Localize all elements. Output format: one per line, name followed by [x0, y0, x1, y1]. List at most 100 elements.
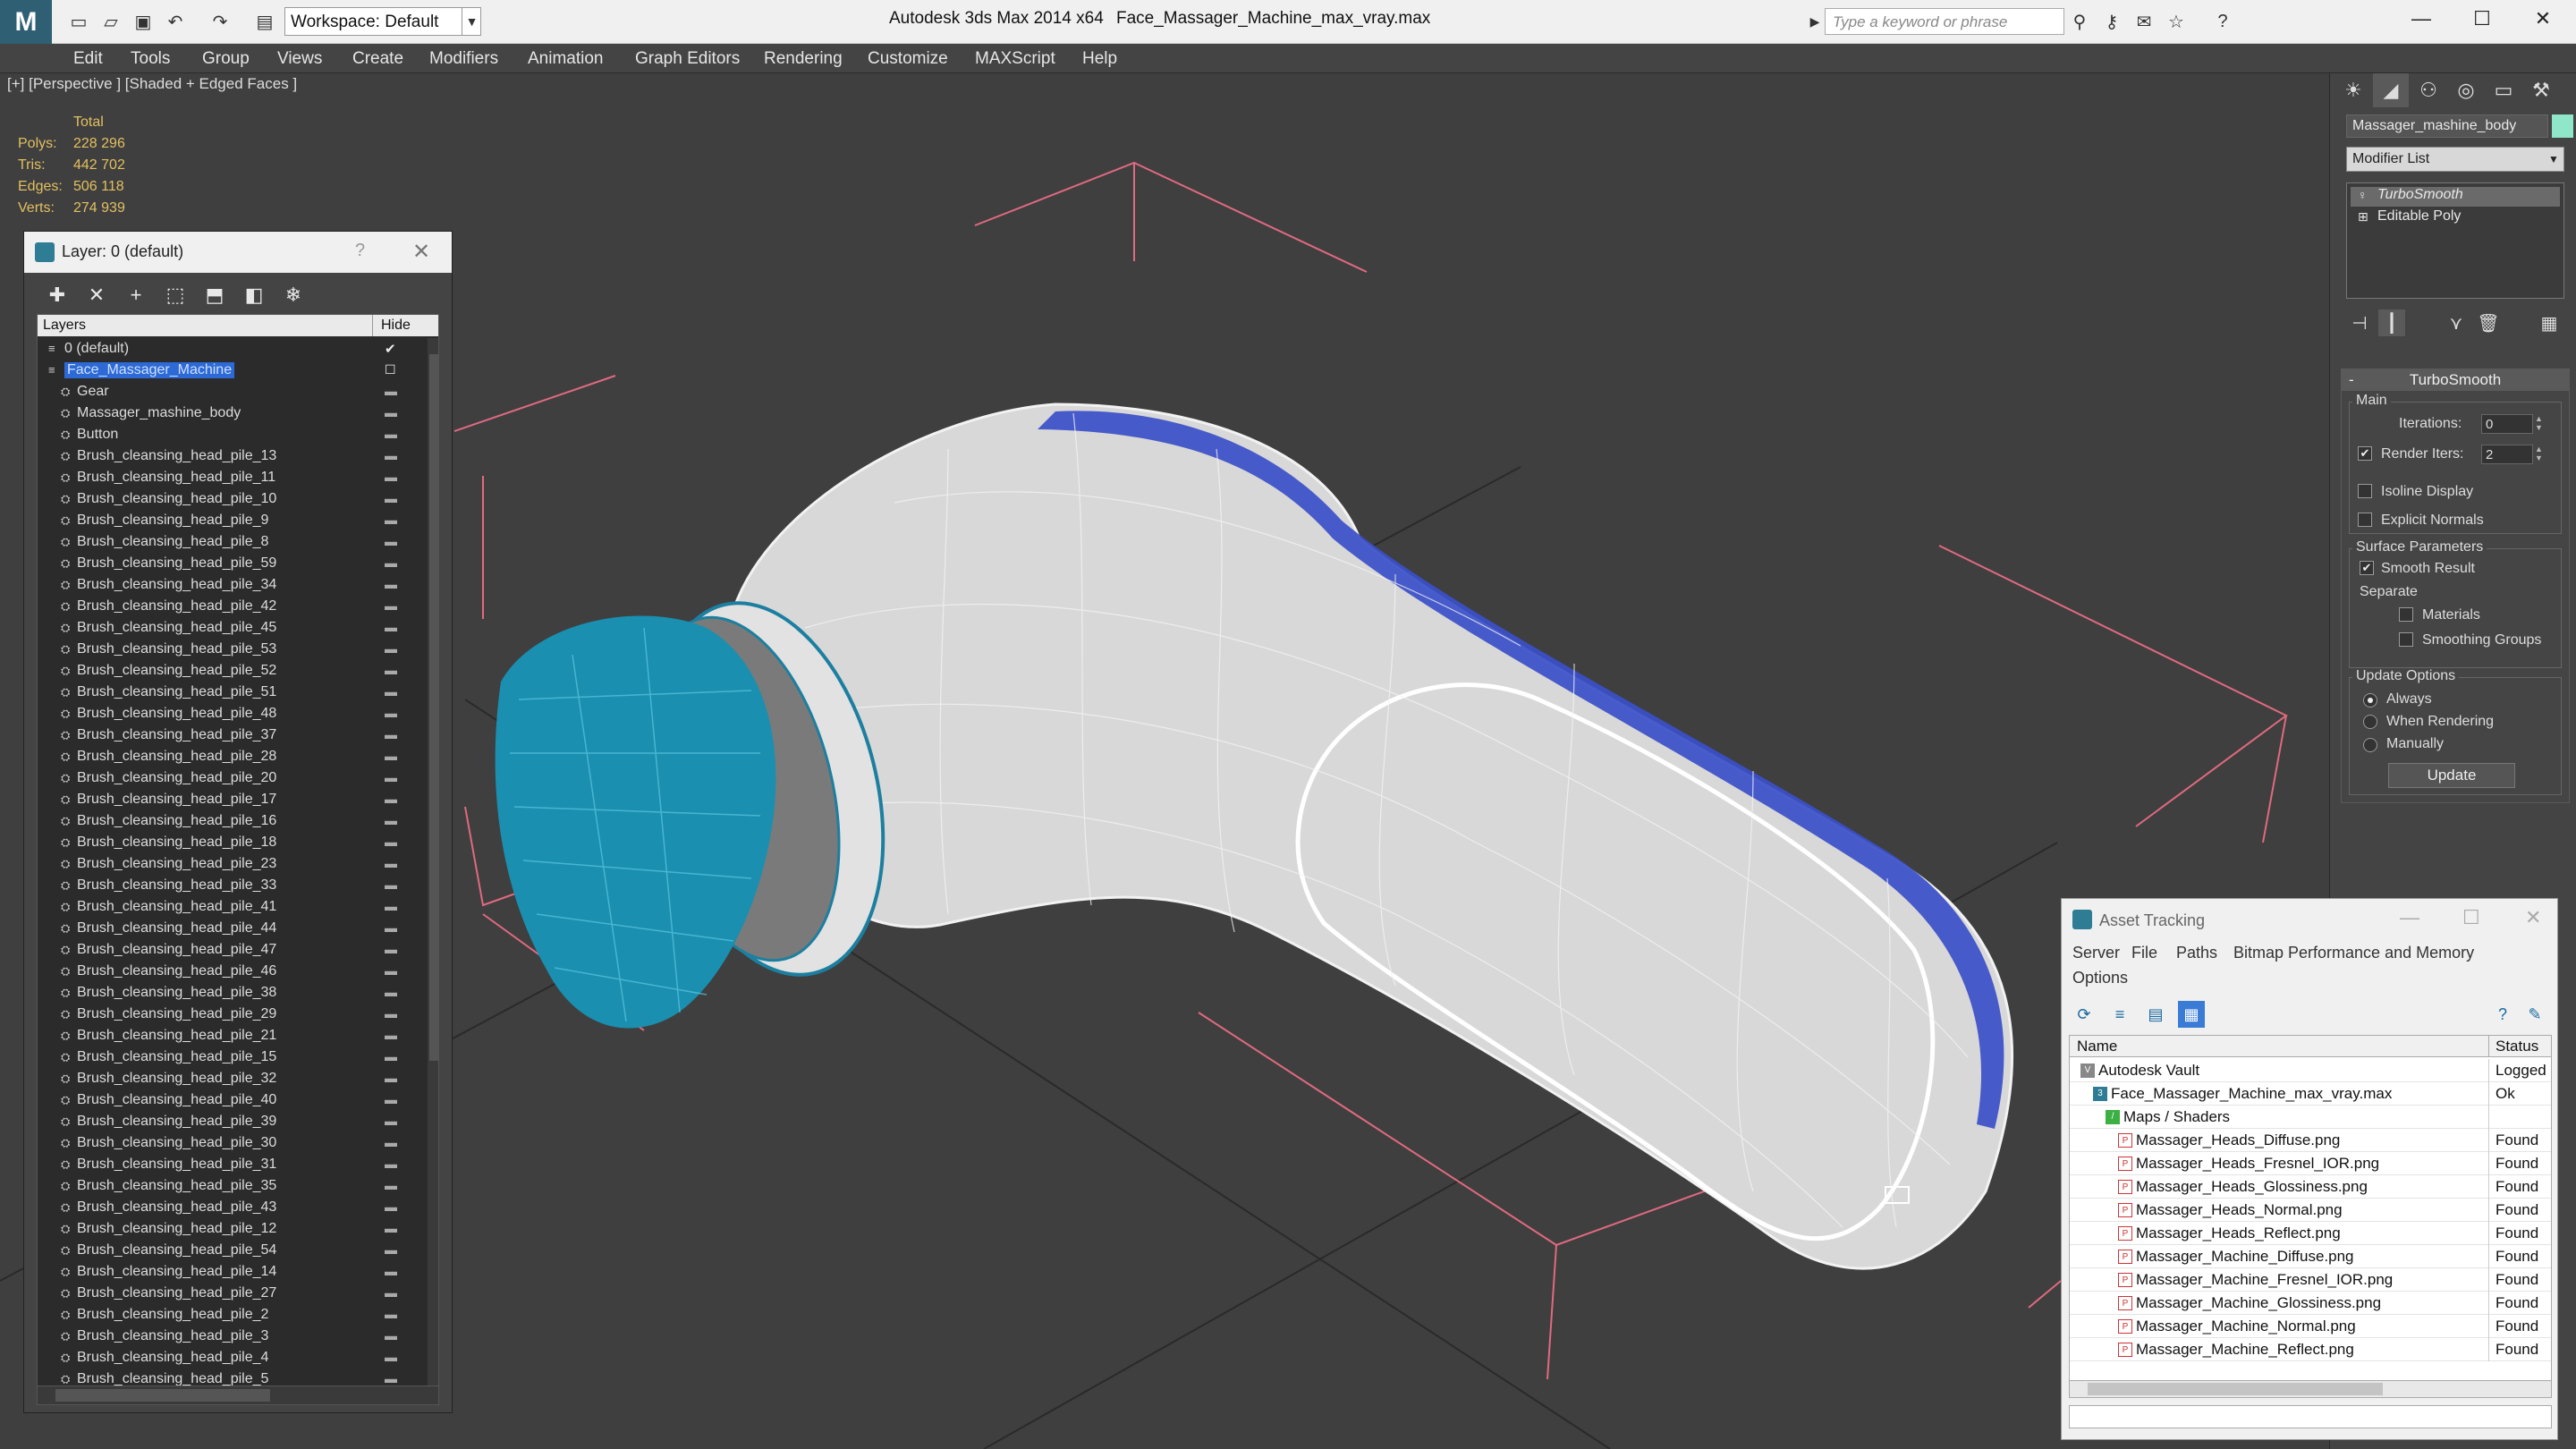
- hide-toggle-icon[interactable]: ▬: [385, 448, 397, 462]
- menu-edit[interactable]: Edit: [73, 44, 103, 73]
- hide-toggle-icon[interactable]: ▬: [385, 770, 397, 784]
- object-color-swatch[interactable]: [2552, 114, 2573, 138]
- asset-row[interactable]: P Massager_Heads_Fresnel_IOR.png Found: [2070, 1152, 2551, 1175]
- hide-toggle-icon[interactable]: ▬: [385, 1071, 397, 1085]
- delete-layer-icon[interactable]: ✕: [81, 282, 112, 309]
- chevron-down-icon[interactable]: ▼: [2545, 148, 2563, 170]
- hide-toggle-icon[interactable]: ▬: [385, 749, 397, 763]
- help-icon[interactable]: ?: [2209, 9, 2236, 34]
- minimize-icon[interactable]: —: [2400, 906, 2419, 929]
- layer-row[interactable]: ⛭ Brush_cleansing_head_pile_16 ▬: [38, 810, 424, 832]
- favorites-star-icon[interactable]: ☆: [2163, 9, 2190, 34]
- layer-row[interactable]: ⛭ Brush_cleansing_head_pile_46 ▬: [38, 961, 424, 982]
- hide-toggle-icon[interactable]: ▬: [385, 555, 397, 570]
- update-button[interactable]: Update: [2388, 763, 2515, 788]
- layer-row[interactable]: ⛭ Brush_cleansing_head_pile_12 ▬: [38, 1218, 424, 1240]
- hide-toggle-icon[interactable]: ▬: [385, 1371, 397, 1385]
- hide-toggle-icon[interactable]: ▬: [385, 1157, 397, 1171]
- menu-create[interactable]: Create: [352, 44, 403, 73]
- rollout-header[interactable]: - TurboSmooth: [2342, 369, 2569, 391]
- layer-row[interactable]: ⛭ Brush_cleansing_head_pile_15 ▬: [38, 1046, 424, 1068]
- close-icon[interactable]: ✕: [2513, 0, 2572, 38]
- select-in-layer-icon[interactable]: ⬚: [160, 282, 191, 309]
- hide-toggle-icon[interactable]: ▬: [385, 405, 397, 419]
- layer-row[interactable]: ⛭ Brush_cleansing_head_pile_11 ▬: [38, 467, 424, 488]
- communication-icon[interactable]: ✉: [2131, 9, 2157, 34]
- highlight-layer-icon[interactable]: ⬒: [199, 282, 230, 309]
- layer-row[interactable]: ⛭ Brush_cleansing_head_pile_44 ▬: [38, 918, 424, 939]
- app-logo-icon[interactable]: M: [0, 0, 52, 44]
- horizontal-scrollbar[interactable]: [37, 1385, 439, 1405]
- horizontal-scrollbar[interactable]: [2069, 1380, 2552, 1398]
- layer-row[interactable]: ⛭ Brush_cleansing_head_pile_59 ▬: [38, 553, 424, 574]
- render-iters-spinner[interactable]: 2: [2481, 445, 2533, 464]
- menu-server[interactable]: Server: [2072, 944, 2120, 962]
- hide-toggle-icon[interactable]: ▬: [385, 1221, 397, 1235]
- asset-row[interactable]: P Massager_Heads_Glossiness.png Found: [2070, 1175, 2551, 1199]
- layer-row[interactable]: ⛭ Button ▬: [38, 424, 424, 445]
- hide-toggle-icon[interactable]: ▬: [385, 1006, 397, 1021]
- layer-row[interactable]: ⛭ Brush_cleansing_head_pile_18 ▬: [38, 832, 424, 853]
- workspace-dropdown[interactable]: Workspace: Default: [284, 7, 481, 36]
- hide-toggle-icon[interactable]: ▬: [385, 598, 397, 613]
- hide-toggle-icon[interactable]: ▬: [385, 985, 397, 999]
- hide-toggle-icon[interactable]: ▬: [385, 641, 397, 656]
- stack-item-turbosmooth[interactable]: ♀ TurboSmooth: [2351, 187, 2560, 207]
- layer-row[interactable]: ⛭ Brush_cleansing_head_pile_14 ▬: [38, 1261, 424, 1283]
- hide-toggle-icon[interactable]: ▬: [385, 920, 397, 935]
- modify-tab-icon[interactable]: ◢: [2373, 73, 2409, 107]
- hide-toggle-icon[interactable]: ▬: [385, 813, 397, 827]
- asset-row[interactable]: P Massager_Machine_Fresnel_IOR.png Found: [2070, 1268, 2551, 1292]
- when-rendering-radio[interactable]: [2363, 715, 2377, 729]
- chevron-down-icon[interactable]: ▼: [462, 7, 481, 36]
- help-icon[interactable]: ?: [355, 241, 365, 261]
- layer-row[interactable]: ⛭ Brush_cleansing_head_pile_5 ▬: [38, 1368, 424, 1386]
- scrollbar-thumb[interactable]: [55, 1389, 270, 1402]
- layer-row[interactable]: ⛭ Brush_cleansing_head_pile_51 ▬: [38, 682, 424, 703]
- menu-maxscript[interactable]: MAXScript: [975, 44, 1055, 73]
- menu-animation[interactable]: Animation: [528, 44, 604, 73]
- brush-bristles-model[interactable]: [495, 615, 776, 1029]
- hide-toggle-icon[interactable]: ▬: [385, 1350, 397, 1364]
- layer-row[interactable]: ⛭ Brush_cleansing_head_pile_17 ▬: [38, 789, 424, 810]
- maximize-icon[interactable]: ☐: [2453, 0, 2512, 38]
- lightbulb-icon[interactable]: ♀: [2358, 188, 2368, 202]
- menu-options[interactable]: Options: [2072, 969, 2128, 987]
- layer-row[interactable]: ⛭ Brush_cleansing_head_pile_43 ▬: [38, 1197, 424, 1218]
- hide-toggle-icon[interactable]: ▬: [385, 577, 397, 591]
- scrollbar-thumb[interactable]: [2088, 1383, 2383, 1395]
- layer-row[interactable]: ⛭ Brush_cleansing_head_pile_37 ▬: [38, 724, 424, 746]
- hide-toggle-icon[interactable]: ▬: [385, 727, 397, 741]
- make-unique-icon[interactable]: ⋎: [2443, 309, 2470, 336]
- asset-row[interactable]: P Massager_Heads_Diffuse.png Found: [2070, 1129, 2551, 1152]
- layer-row[interactable]: ⛭ Brush_cleansing_head_pile_31 ▬: [38, 1154, 424, 1175]
- project-folder-icon[interactable]: ▤: [252, 9, 277, 34]
- hide-toggle-icon[interactable]: ▬: [385, 1178, 397, 1192]
- hide-toggle-icon[interactable]: ▬: [385, 1049, 397, 1063]
- layer-row[interactable]: ⛭ Brush_cleansing_head_pile_10 ▬: [38, 488, 424, 510]
- smooth-result-checkbox[interactable]: ✔: [2360, 561, 2374, 575]
- column-name[interactable]: Name: [2077, 1038, 2117, 1055]
- layer-row[interactable]: ⛭ Brush_cleansing_head_pile_45 ▬: [38, 617, 424, 639]
- layer-row[interactable]: ≡ 0 (default) ✔: [38, 338, 424, 360]
- asset-row[interactable]: P Massager_Machine_Normal.png Found: [2070, 1315, 2551, 1338]
- menu-tools[interactable]: Tools: [131, 44, 170, 73]
- help-icon[interactable]: ?: [2489, 1001, 2516, 1028]
- materials-checkbox[interactable]: [2399, 607, 2413, 622]
- scrollbar-thumb[interactable]: [429, 354, 438, 1061]
- hide-toggle-icon[interactable]: ▬: [385, 1092, 397, 1106]
- hide-toggle-icon[interactable]: ▬: [385, 470, 397, 484]
- remove-modifier-icon[interactable]: 🗑: [2475, 309, 2502, 336]
- undo-icon[interactable]: ↶: [163, 9, 188, 34]
- asset-row[interactable]: P Massager_Machine_Glossiness.png Found: [2070, 1292, 2551, 1315]
- hide-toggle-icon[interactable]: ▬: [385, 384, 397, 398]
- layer-row[interactable]: ⛭ Brush_cleansing_head_pile_32 ▬: [38, 1068, 424, 1089]
- table-view-icon[interactable]: ▦: [2178, 1001, 2205, 1028]
- hierarchy-tab-icon[interactable]: ⚇: [2411, 73, 2446, 107]
- smoothing-groups-checkbox[interactable]: [2399, 632, 2413, 647]
- hide-toggle-icon[interactable]: ☐: [385, 362, 396, 377]
- hide-toggle-icon[interactable]: ▬: [385, 534, 397, 548]
- asset-row[interactable]: 3 Face_Massager_Machine_max_vray.max Ok: [2070, 1082, 2551, 1106]
- layer-row[interactable]: ⛭ Brush_cleansing_head_pile_33 ▬: [38, 875, 424, 896]
- layer-row[interactable]: ⛭ Brush_cleansing_head_pile_40 ▬: [38, 1089, 424, 1111]
